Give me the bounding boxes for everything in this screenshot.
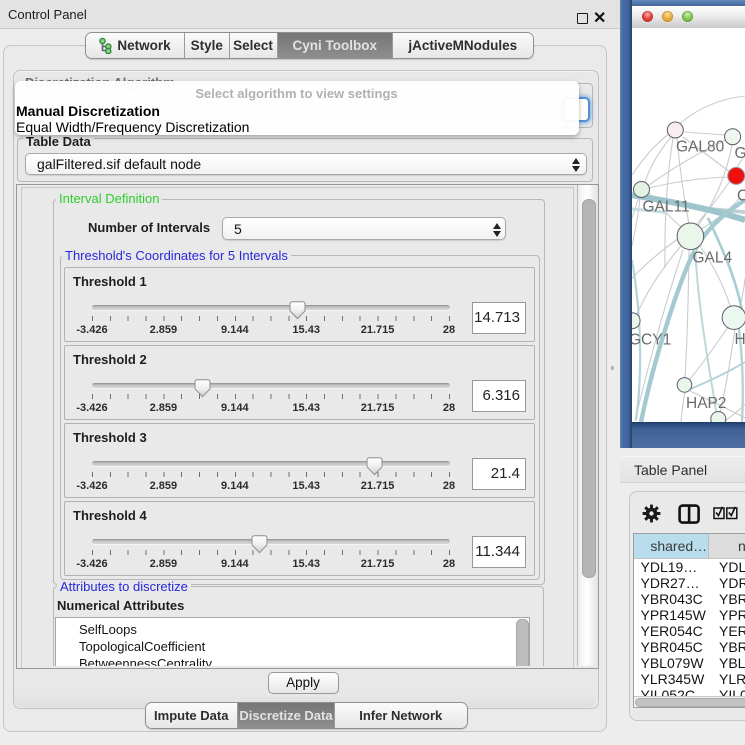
svg-text:GAL80: GAL80 <box>676 139 725 156</box>
svg-text:HAP2: HAP2 <box>686 395 727 412</box>
svg-text:H: H <box>735 331 745 348</box>
svg-text:GCY1: GCY1 <box>632 332 671 349</box>
svg-text:GA: GA <box>735 145 745 162</box>
svg-text:C: C <box>737 188 745 205</box>
svg-text:GAL4: GAL4 <box>693 250 733 267</box>
svg-text:GAL11: GAL11 <box>643 199 690 216</box>
